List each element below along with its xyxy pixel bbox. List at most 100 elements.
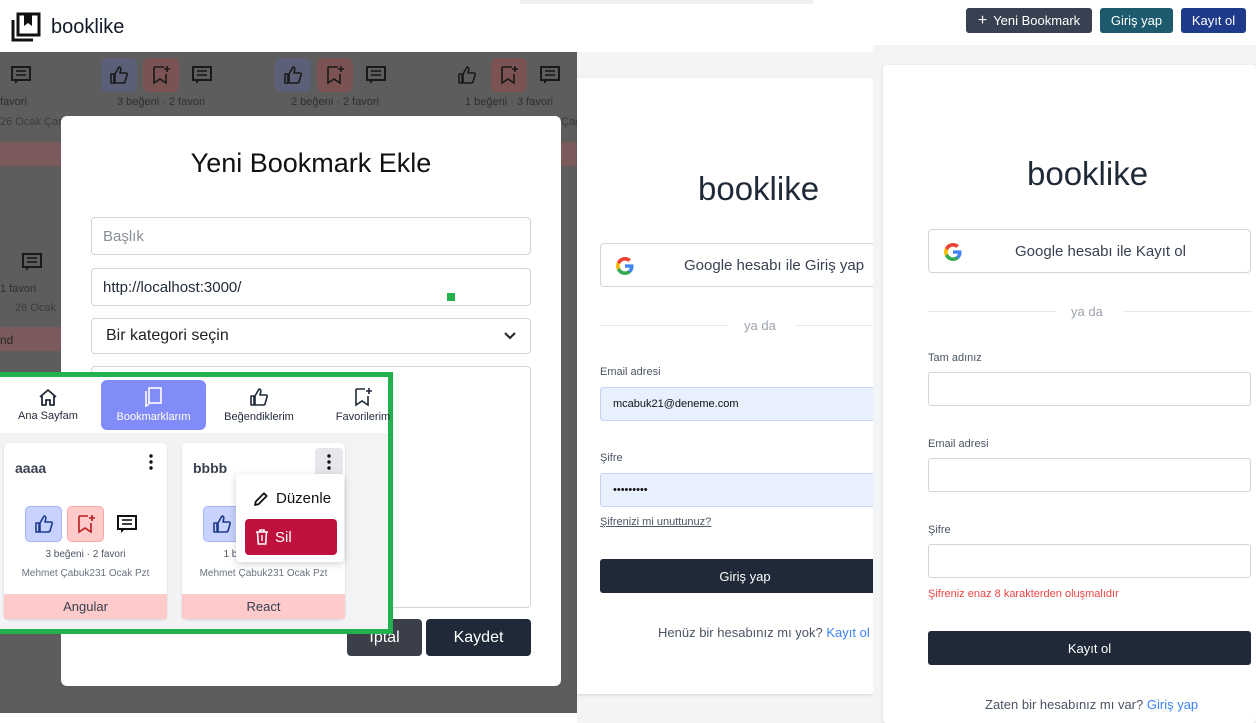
more-vertical-icon xyxy=(327,454,331,470)
or-divider-text: ya da xyxy=(744,318,776,333)
category-select[interactable]: Bir kategori seçin xyxy=(91,318,531,354)
save-button[interactable]: Kaydet xyxy=(426,619,531,656)
card-category[interactable]: Angular xyxy=(4,594,167,619)
password-error: Şifreniz enaz 8 karakterden oluşmalıdır xyxy=(928,588,1119,600)
delete-label: Sil xyxy=(275,528,292,546)
chevron-down-icon xyxy=(504,332,516,340)
email-field[interactable] xyxy=(928,458,1251,492)
email-field[interactable]: mcabuk21@deneme.com xyxy=(600,387,890,421)
under-card-date: 26 Ocak Çar xyxy=(0,116,62,128)
like-icon xyxy=(275,58,311,92)
favorite-button[interactable] xyxy=(67,506,104,542)
divider-line xyxy=(1123,311,1251,312)
pencil-icon xyxy=(254,491,268,506)
header-login-button[interactable]: Giriş yap xyxy=(1100,8,1173,33)
card-owner: Mehmet Çabuk231 Ocak Pzt xyxy=(21,568,150,579)
card-title: aaaa xyxy=(15,460,47,476)
delete-menu-item[interactable]: Sil xyxy=(245,519,337,555)
like-button[interactable] xyxy=(203,506,240,542)
more-vertical-icon xyxy=(149,454,153,470)
new-bookmark-button[interactable]: + Yeni Bookmark xyxy=(966,8,1092,33)
edit-menu-item[interactable]: Düzenle xyxy=(253,490,331,507)
password-field[interactable]: ••••••••• xyxy=(600,473,890,507)
google-login-label: Google hesabı ile Giriş yap xyxy=(684,256,865,274)
thumb-up-icon xyxy=(212,515,231,533)
login-prompt: Zaten bir hesabınız mı var? Giriş yap xyxy=(985,697,1198,712)
favorite-icon xyxy=(491,58,527,92)
nav-item-label: Beğendiklerim xyxy=(224,411,294,423)
register-submit-button[interactable]: Kayıt ol xyxy=(928,631,1251,665)
brand-logo[interactable]: booklike xyxy=(10,11,124,43)
brand-name: booklike xyxy=(51,15,125,38)
app-header: booklike xyxy=(0,0,577,52)
card-menu-button[interactable] xyxy=(137,448,165,476)
under-category-band xyxy=(0,142,61,166)
like-icon xyxy=(449,58,485,92)
under-card-stats: 3 beğeni · 2 favori xyxy=(117,96,206,108)
comment-icon xyxy=(532,58,568,92)
divider-line xyxy=(795,325,873,326)
top-strip xyxy=(520,0,813,4)
bookmark-card[interactable]: aaaa 3 beğeni · 2 favori Mehmet Çabuk231… xyxy=(4,443,167,619)
google-register-button[interactable]: Google hesabı ile Kayıt ol xyxy=(928,229,1251,273)
bookmarks-icon xyxy=(144,387,162,407)
login-link[interactable]: Giriş yap xyxy=(1147,697,1198,712)
password-label: Şifre xyxy=(928,524,951,536)
password-field[interactable] xyxy=(928,544,1251,578)
nav-item-favorites[interactable]: Favorilerim xyxy=(317,380,409,430)
under-card-date: Çar xyxy=(561,116,577,128)
bookmark-plus-icon xyxy=(77,515,95,534)
full-name-field[interactable] xyxy=(928,372,1251,406)
trash-icon xyxy=(256,529,268,545)
under-card-date: 26 Ocak xyxy=(15,302,56,314)
login-submit-button[interactable]: Giriş yap xyxy=(600,559,890,593)
google-login-button[interactable]: Google hesabı ile Giriş yap xyxy=(600,243,890,287)
comment-icon xyxy=(184,58,220,92)
divider-line xyxy=(600,325,728,326)
under-card-stats: 1 beğeni · 3 favori xyxy=(465,96,554,108)
title-input[interactable]: Başlık xyxy=(91,217,531,255)
comment-button[interactable] xyxy=(108,506,145,542)
bookmarks-logo-icon xyxy=(11,12,41,42)
nav-item-bookmarks[interactable]: Bookmarklarım xyxy=(101,380,206,430)
marker-dot xyxy=(447,293,455,301)
new-bookmark-label: Yeni Bookmark xyxy=(993,13,1081,28)
password-label: Şifre xyxy=(600,452,623,464)
like-button[interactable] xyxy=(25,506,62,542)
divider-line xyxy=(928,311,1056,312)
under-category-band xyxy=(561,142,577,166)
favorite-icon xyxy=(143,58,179,92)
like-icon xyxy=(101,58,137,92)
under-card-stats: 1 favori xyxy=(0,283,37,295)
bottom-nav: Ana Sayfam Bookmarklarım Beğendiklerim F… xyxy=(0,377,390,433)
under-card-stats: favori xyxy=(0,96,27,108)
google-icon xyxy=(944,243,962,261)
home-icon xyxy=(39,389,57,406)
login-brand: booklike xyxy=(698,170,820,207)
comment-icon xyxy=(14,245,50,279)
under-card-stats: 2 beğeni · 2 favori xyxy=(291,96,380,108)
register-card: booklike Google hesabı ile Kayıt ol ya d… xyxy=(883,65,1256,723)
edit-label: Düzenle xyxy=(276,490,332,507)
url-input[interactable]: http://localhost:3000/ xyxy=(91,268,531,306)
nav-item-label: Ana Sayfam xyxy=(18,410,78,422)
thumb-up-icon xyxy=(34,515,53,533)
login-prompt-text: Zaten bir hesabınız mı var? xyxy=(985,697,1144,712)
comment-icon xyxy=(3,58,39,92)
header-register-button[interactable]: Kayıt ol xyxy=(1181,8,1246,33)
nav-item-label: Favorilerim xyxy=(335,411,391,423)
card-owner: Mehmet Çabuk231 Ocak Pzt xyxy=(199,568,328,579)
nav-item-home[interactable]: Ana Sayfam xyxy=(0,380,96,430)
forgot-password-link[interactable]: Şifrenizi mi unuttunuz? xyxy=(600,516,711,528)
card-category[interactable]: React xyxy=(182,594,345,619)
google-register-label: Google hesabı ile Kayıt ol xyxy=(1015,242,1186,260)
comment-icon xyxy=(358,58,394,92)
thumb-up-icon xyxy=(250,388,268,406)
nav-item-likes[interactable]: Beğendiklerim xyxy=(211,380,307,430)
email-label: Email adresi xyxy=(600,366,661,378)
full-name-label: Tam adınız xyxy=(928,352,982,364)
signup-link[interactable]: Kayıt ol xyxy=(826,625,869,640)
signup-prompt-text: Henüz bir hesabınız mı yok? xyxy=(658,625,823,640)
or-divider-text: ya da xyxy=(1071,304,1103,319)
card-menu-button[interactable] xyxy=(315,448,343,476)
